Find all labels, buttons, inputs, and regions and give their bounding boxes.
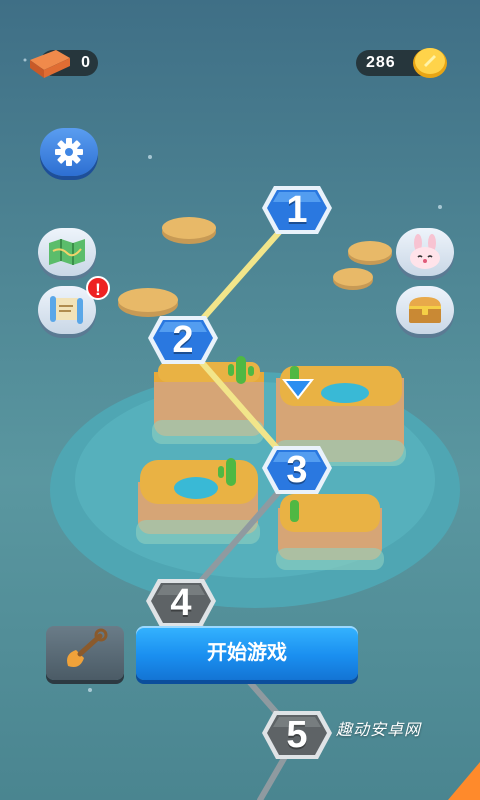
treasure-button[interactable]: [396, 286, 454, 334]
quest-alert-badge: !: [86, 276, 110, 300]
settings-button[interactable]: [40, 128, 98, 176]
level-number: 3: [286, 449, 308, 491]
dig-button[interactable]: [46, 626, 124, 680]
brick-count: 0: [81, 54, 90, 71]
character-button[interactable]: [396, 228, 454, 276]
level-node-4[interactable]: 4: [144, 577, 218, 631]
gear-icon: [55, 138, 83, 166]
level-number: 2: [172, 319, 194, 361]
treasure-chest-icon: [409, 297, 441, 323]
level-number: 4: [170, 582, 192, 624]
bunny-icon: [410, 234, 440, 269]
start-game-button[interactable]: 开始游戏: [136, 626, 358, 680]
map-icon: [49, 239, 85, 265]
level-number: 1: [286, 189, 308, 231]
watermark-text: 趣动安卓网: [336, 722, 422, 739]
shovel-icon: [67, 628, 108, 667]
level-number: 5: [286, 714, 308, 756]
level-node-1[interactable]: 1: [260, 184, 334, 238]
coin-icon: [413, 48, 447, 78]
level-node-3[interactable]: 3: [260, 444, 334, 498]
map-button[interactable]: [38, 228, 96, 276]
island-scene: [23, 58, 480, 800]
quest-scroll-icon: [50, 296, 83, 324]
brick-icon: [30, 50, 70, 78]
coin-count: 286: [366, 54, 396, 71]
level-node-5[interactable]: 5: [260, 709, 334, 763]
level-node-2[interactable]: 2: [146, 314, 220, 368]
